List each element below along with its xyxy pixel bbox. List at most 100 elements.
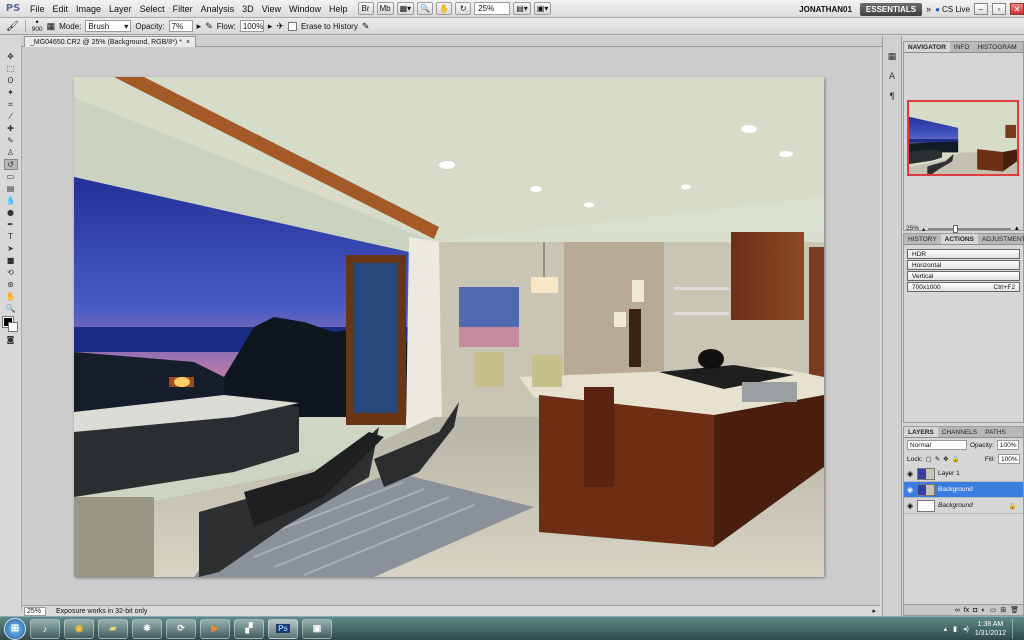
tab-actions[interactable]: ACTIONS xyxy=(940,234,978,244)
brush-tool-icon[interactable]: ✎ xyxy=(4,135,18,146)
clock[interactable]: 1:38 AM 1/31/2012 xyxy=(975,620,1006,638)
zoom-tool-icon[interactable]: 🔍 xyxy=(4,303,18,314)
layer-opacity-input[interactable]: 100% xyxy=(996,440,1019,450)
mode-select[interactable]: Brush ▾ xyxy=(85,20,132,32)
menu-3d[interactable]: 3D xyxy=(238,4,258,14)
status-arrow-icon[interactable]: ▸ xyxy=(872,607,876,615)
paragraph-panel-icon[interactable]: ¶ xyxy=(885,90,899,104)
menu-window[interactable]: Window xyxy=(285,4,325,14)
crop-tool-icon[interactable]: ⌗ xyxy=(4,99,18,110)
eraser-tool-icon[interactable]: ▭ xyxy=(4,171,18,182)
close-icon[interactable]: × xyxy=(186,39,190,46)
essentials-workspace-button[interactable]: ESSENTIALS xyxy=(859,2,923,16)
menu-edit[interactable]: Edit xyxy=(49,4,73,14)
status-zoom-field[interactable]: 25% xyxy=(24,606,46,616)
layer-row-background[interactable]: ◉ Background 🔒 xyxy=(904,498,1023,514)
menu-file[interactable]: File xyxy=(26,4,49,14)
player-taskbar-button[interactable]: ▶ xyxy=(200,618,230,639)
eye-icon[interactable]: ◉ xyxy=(906,486,914,494)
bridge-taskbar-button[interactable]: ▣ xyxy=(302,618,332,639)
blur-tool-icon[interactable]: 💧 xyxy=(4,195,18,206)
layer-name[interactable]: Layer 1 xyxy=(938,470,960,477)
layer-row-background-copy[interactable]: ◉ Background xyxy=(904,482,1023,498)
arrange-documents-button[interactable]: ▤▾ xyxy=(513,2,531,15)
tab-layers[interactable]: LAYERS xyxy=(904,427,938,437)
show-desktop-button[interactable] xyxy=(1012,619,1020,639)
connect-taskbar-button[interactable]: ⟳ xyxy=(166,618,196,639)
zoom-out-icon[interactable]: ▴ xyxy=(922,225,925,233)
cs-live-button[interactable]: ● CS Live xyxy=(935,5,970,14)
zoom-level-select[interactable]: 25% xyxy=(474,2,511,15)
tab-history[interactable]: HISTORY xyxy=(904,234,941,244)
gradient-tool-icon[interactable]: ▤ xyxy=(4,183,18,194)
zoom-tool-button[interactable]: 🔍 xyxy=(417,2,434,15)
status-message[interactable]: Exposure works in 32-bit only xyxy=(56,608,147,615)
bridge-launch-button[interactable]: Br xyxy=(357,2,374,15)
healing-tool-icon[interactable]: ✚ xyxy=(4,123,18,134)
flow-input[interactable]: 100% xyxy=(239,20,264,32)
opacity-input[interactable]: 7% xyxy=(168,20,193,32)
navigator-zoom-slider-handle[interactable] xyxy=(952,224,958,233)
action-button-vertical[interactable]: Vertical xyxy=(907,271,1020,281)
history-brush-tool-icon[interactable]: ↺ xyxy=(3,159,18,170)
tablet-opacity-icon[interactable]: ✎ xyxy=(205,21,213,32)
layer-style-icon[interactable]: fx xyxy=(964,607,969,614)
minimize-button[interactable]: – xyxy=(974,3,988,15)
adjustment-layer-icon[interactable]: ◐ xyxy=(981,607,985,614)
history-brush-icon[interactable]: 🖌 xyxy=(6,21,19,32)
maximize-button[interactable]: ▫ xyxy=(992,3,1006,15)
layer-mask-icon[interactable]: ◘ xyxy=(973,607,977,614)
tab-paths[interactable]: PATHS xyxy=(981,427,1010,437)
lock-position-icon[interactable]: ✥ xyxy=(943,455,948,463)
menu-filter[interactable]: Filter xyxy=(169,4,197,14)
photoshop-taskbar-button[interactable]: Ps xyxy=(268,618,298,639)
menu-help[interactable]: Help xyxy=(325,4,352,14)
blend-mode-select[interactable]: Normal xyxy=(907,440,967,450)
zoom-in-icon[interactable]: ▲ xyxy=(1014,225,1020,232)
canvas-area[interactable] xyxy=(22,47,880,605)
network-icon[interactable]: ▮ xyxy=(953,625,957,633)
fill-input[interactable]: 100% xyxy=(998,454,1020,464)
quick-mask-icon[interactable]: ◙ xyxy=(4,334,18,345)
tab-navigator[interactable]: NAVIGATOR xyxy=(904,42,950,52)
tablet-size-icon[interactable]: ✎ xyxy=(362,21,370,32)
tab-adjustments[interactable]: ADJUSTMENT xyxy=(978,234,1024,244)
dodge-tool-icon[interactable]: ● xyxy=(4,207,18,218)
menu-layer[interactable]: Layer xyxy=(105,4,136,14)
character-panel-icon[interactable]: A xyxy=(885,70,899,84)
lock-image-icon[interactable]: ✎ xyxy=(935,455,940,463)
navigator-zoom-slider[interactable] xyxy=(928,224,1011,233)
rotate-view-button[interactable]: ↻ xyxy=(455,2,472,15)
close-button[interactable]: ✕ xyxy=(1010,3,1024,15)
3d-rotate-tool-icon[interactable]: ⟲ xyxy=(4,267,18,278)
lock-all-icon[interactable]: 🔒 xyxy=(952,455,960,463)
eyedropper-tool-icon[interactable]: ⁄ xyxy=(4,111,18,122)
menu-analysis[interactable]: Analysis xyxy=(197,4,239,14)
tray-show-hidden-icon[interactable]: ▴ xyxy=(944,625,948,633)
itunes-taskbar-button[interactable]: ♪ xyxy=(30,618,60,639)
navigator-zoom-value[interactable]: 25% xyxy=(906,225,919,232)
type-tool-icon[interactable]: T xyxy=(4,231,18,242)
hand-tool-button[interactable]: ✋ xyxy=(436,2,453,15)
brush-preset-picker[interactable]: • 900 xyxy=(32,18,43,34)
notes-taskbar-button[interactable]: ▞ xyxy=(234,618,264,639)
action-button-hdr[interactable]: HDR xyxy=(907,249,1020,259)
background-color-swatch[interactable] xyxy=(7,322,18,332)
start-button[interactable]: ⊞ xyxy=(4,617,26,640)
tab-channels[interactable]: CHANNELS xyxy=(938,427,981,437)
volume-icon[interactable]: ◂) xyxy=(963,625,969,633)
document-canvas-image[interactable] xyxy=(74,77,824,577)
explorer-taskbar-button[interactable]: ▰ xyxy=(98,618,128,639)
shape-tool-icon[interactable]: ■ xyxy=(4,255,18,266)
erase-to-history-checkbox[interactable] xyxy=(287,21,297,31)
action-button-700x1000[interactable]: 700x1000 Ctrl+F2 xyxy=(907,282,1020,292)
workspace-user-name[interactable]: JONATHAN01 xyxy=(795,5,856,14)
action-button-horizontal[interactable]: Horizontal xyxy=(907,260,1020,270)
layer-row-layer-1[interactable]: ◉ Layer 1 xyxy=(904,466,1023,482)
minibridge-button[interactable]: Mb xyxy=(376,2,394,15)
layer-name[interactable]: Background xyxy=(938,502,973,509)
extras-button[interactable]: ▦▾ xyxy=(396,2,415,15)
tab-histogram[interactable]: HISTOGRAM xyxy=(973,42,1020,52)
flow-dropdown-icon[interactable]: ▸ xyxy=(268,21,273,32)
stamp-tool-icon[interactable]: ♙ xyxy=(4,147,18,158)
